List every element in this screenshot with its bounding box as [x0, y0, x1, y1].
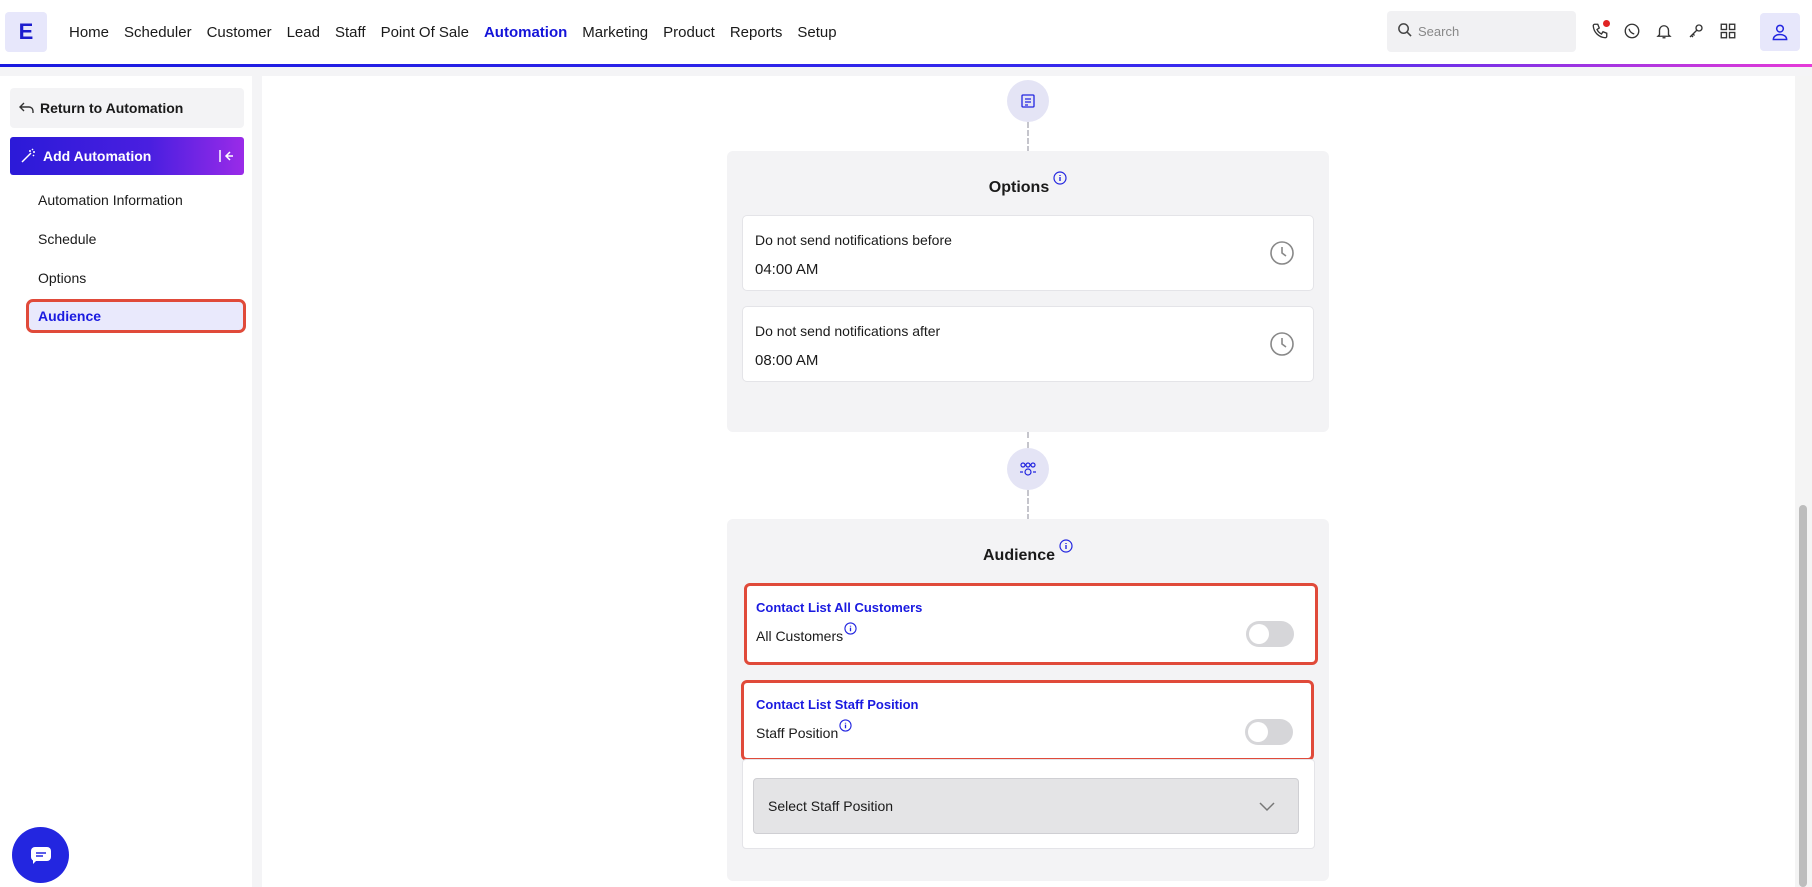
chat-support-button[interactable]	[12, 827, 69, 883]
nav-automation[interactable]: Automation	[484, 24, 567, 41]
notification-dot	[1603, 20, 1610, 27]
options-step-icon	[1007, 80, 1049, 122]
nav-reports[interactable]: Reports	[730, 24, 783, 41]
options-title: Options	[727, 171, 1329, 198]
user-icon	[1772, 24, 1788, 41]
info-icon[interactable]	[839, 719, 852, 735]
nav-staff[interactable]: Staff	[335, 24, 366, 41]
nav-marketing[interactable]: Marketing	[582, 24, 648, 41]
connector-line	[1027, 432, 1029, 448]
add-automation-header[interactable]: Add Automation	[10, 137, 244, 175]
info-icon[interactable]	[1059, 539, 1073, 558]
nav-product[interactable]: Product	[663, 24, 715, 41]
user-avatar[interactable]	[1760, 13, 1800, 51]
notify-before-label: Do not send notifications before	[755, 232, 952, 248]
connector-line	[1027, 490, 1029, 520]
nav-setup[interactable]: Setup	[797, 24, 836, 41]
connector-line	[1027, 122, 1029, 152]
staff-position-label: Staff Position	[756, 719, 852, 741]
collapse-sidebar-icon[interactable]	[218, 148, 234, 164]
clock-icon[interactable]	[1269, 331, 1295, 357]
staff-position-toggle[interactable]	[1245, 719, 1293, 745]
nav-customer[interactable]: Customer	[207, 24, 272, 41]
key-icon[interactable]	[1685, 20, 1707, 42]
top-navbar: E Home Scheduler Customer Lead Staff Poi…	[0, 0, 1812, 64]
info-icon[interactable]	[1053, 171, 1067, 190]
top-icons	[1589, 20, 1739, 42]
return-label: Return to Automation	[40, 100, 184, 116]
sidebar-item-schedule[interactable]: Schedule	[38, 231, 96, 247]
all-customers-card: Contact List All Customers All Customers	[744, 583, 1318, 665]
all-customers-heading: Contact List All Customers	[756, 600, 923, 615]
phone-icon[interactable]	[1589, 20, 1611, 42]
main-nav: Home Scheduler Customer Lead Staff Point…	[69, 0, 852, 64]
notify-after-field[interactable]: Do not send notifications after 08:00 AM	[742, 306, 1314, 382]
staff-position-select[interactable]: Select Staff Position	[753, 778, 1299, 834]
staff-position-heading: Contact List Staff Position	[756, 697, 919, 712]
sidebar-item-options[interactable]: Options	[38, 270, 86, 286]
whatsapp-icon[interactable]	[1621, 20, 1643, 42]
sidebar-item-automation-information[interactable]: Automation Information	[38, 192, 183, 208]
nav-lead[interactable]: Lead	[287, 24, 320, 41]
chat-icon	[30, 847, 51, 864]
magic-wand-icon	[21, 148, 35, 163]
notify-after-label: Do not send notifications after	[755, 323, 941, 339]
apps-grid-icon[interactable]	[1717, 20, 1739, 42]
back-arrow-icon	[19, 102, 34, 113]
info-icon[interactable]	[844, 622, 857, 638]
toggle-knob	[1249, 624, 1269, 644]
staff-position-select-wrap: Select Staff Position	[742, 759, 1315, 849]
nav-scheduler[interactable]: Scheduler	[124, 24, 192, 41]
options-panel: Options Do not send notifications before…	[727, 151, 1329, 432]
bell-icon[interactable]	[1653, 20, 1675, 42]
app-logo[interactable]: E	[5, 12, 47, 52]
staff-position-card: Contact List Staff Position Staff Positi…	[741, 680, 1314, 761]
search-icon	[1397, 22, 1412, 42]
search-box[interactable]	[1387, 11, 1576, 52]
sidebar-item-audience[interactable]: Audience	[26, 299, 246, 333]
notify-after-value[interactable]: 08:00 AM	[755, 352, 818, 369]
return-to-automation-button[interactable]: Return to Automation	[10, 88, 244, 128]
nav-accent-line	[0, 64, 1812, 67]
chevron-down-icon	[1259, 802, 1275, 812]
all-customers-label: All Customers	[756, 622, 857, 644]
search-input[interactable]	[1418, 24, 1558, 39]
staff-position-select-value: Select Staff Position	[768, 798, 894, 814]
all-customers-toggle[interactable]	[1246, 621, 1294, 647]
scrollbar-thumb[interactable]	[1799, 505, 1807, 887]
clock-icon[interactable]	[1269, 240, 1295, 266]
nav-home[interactable]: Home	[69, 24, 109, 41]
sidebar: Return to Automation Add Automation Auto…	[0, 76, 252, 887]
nav-point-of-sale[interactable]: Point Of Sale	[381, 24, 469, 41]
add-automation-label: Add Automation	[43, 148, 152, 164]
notify-before-value[interactable]: 04:00 AM	[755, 261, 818, 278]
toggle-knob	[1248, 722, 1268, 742]
notify-before-field[interactable]: Do not send notifications before 04:00 A…	[742, 215, 1314, 291]
audience-title: Audience	[727, 539, 1329, 566]
audience-step-icon	[1007, 448, 1049, 490]
